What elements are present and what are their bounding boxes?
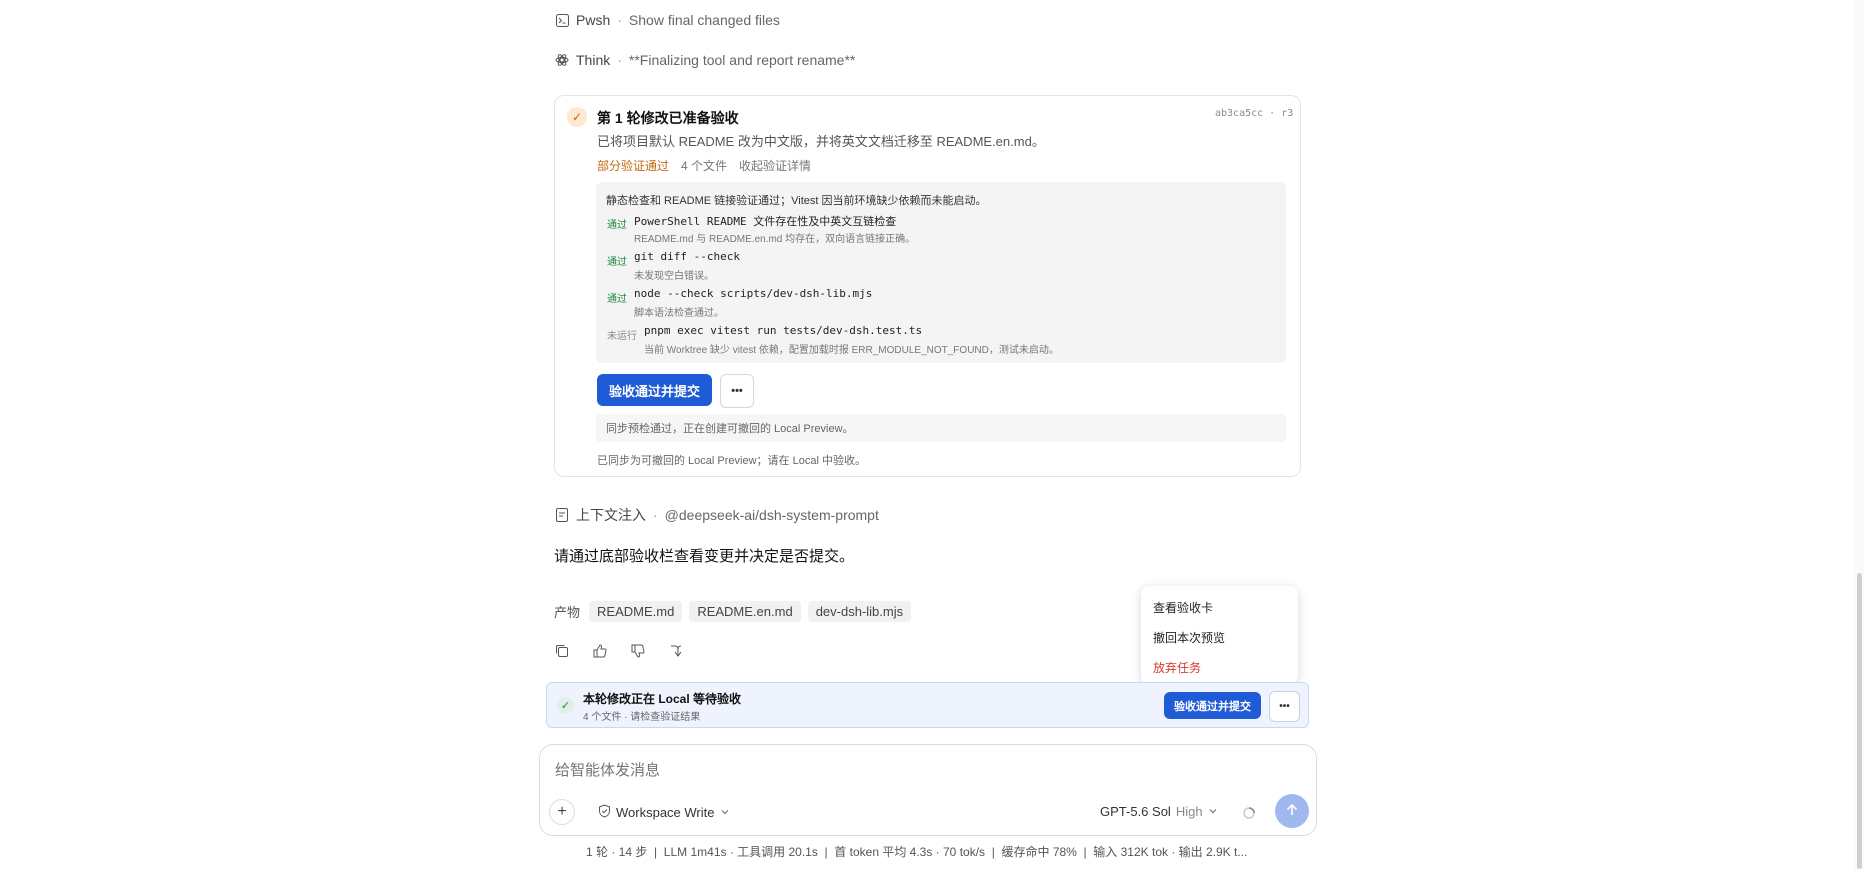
bar-approve-button[interactable]: 验收通过并提交 [1164, 692, 1261, 719]
check-command: PowerShell README 文件存在性及中英文互链检查 [634, 215, 897, 228]
activity-description: Show final changed files [628, 12, 780, 28]
more-options-menu: 查看验收卡 撤回本次预览 放弃任务 [1141, 586, 1298, 684]
activity-pwsh[interactable]: Pwsh · Show final changed files [555, 12, 780, 28]
check-icon: ✓ [557, 697, 574, 714]
scrollbar-thumb[interactable] [1857, 573, 1862, 869]
arrow-up-icon [1285, 803, 1299, 820]
brain-icon [555, 53, 569, 67]
check-command: git diff --check [634, 250, 740, 263]
thumbs-up-icon[interactable] [592, 643, 608, 662]
assistant-message: 请通过底部验收栏查看变更并决定是否提交。 [554, 548, 855, 565]
menu-item-view-card[interactable]: 查看验收卡 [1153, 599, 1213, 616]
card-meta: 部分验证通过 4 个文件 收起验证详情 [597, 157, 811, 174]
permission-mode-selector[interactable]: Workspace Write [598, 804, 730, 821]
plus-icon: + [557, 803, 567, 820]
check-command: pnpm exec vitest run tests/dev-dsh.test.… [644, 324, 923, 337]
card-summary: 已将项目默认 README 改为中文版，并将英文文档迁移至 README.en.… [597, 134, 1045, 149]
document-icon [555, 508, 569, 522]
copy-icon[interactable] [554, 643, 570, 662]
loading-spinner-icon [1242, 806, 1256, 823]
message-actions [554, 643, 684, 662]
chevron-down-icon [1208, 804, 1218, 819]
activity-description: **Finalizing tool and report rename** [628, 52, 856, 68]
check-status: 通过 [607, 294, 627, 305]
add-attachment-button[interactable]: + [549, 799, 575, 825]
checks-summary: 静态检查和 README 链接验证通过；Vitest 因当前环境缺少依赖而未能启… [606, 195, 987, 207]
verification-status: 部分验证通过 [597, 159, 670, 173]
artifact-chip[interactable]: dev-dsh-lib.mjs [807, 601, 912, 622]
approve-commit-button[interactable]: 验收通过并提交 [597, 374, 712, 406]
toggle-details-link[interactable]: 收起验证详情 [739, 157, 811, 174]
thumbs-down-icon[interactable] [630, 643, 646, 662]
model-selector[interactable]: GPT-5.6 Sol High [1100, 804, 1218, 819]
artifact-chip[interactable]: README.md [589, 601, 683, 622]
check-note: 当前 Worktree 缺少 vitest 依赖，配置加载时报 ERR_MODU… [644, 345, 1059, 356]
more-options-button[interactable]: ••• [720, 374, 754, 408]
permission-mode-label: Workspace Write [616, 805, 715, 820]
check-icon: ✓ [567, 107, 587, 127]
terminal-icon [555, 13, 569, 27]
model-name: GPT-5.6 Sol [1100, 804, 1171, 819]
menu-item-revert-preview[interactable]: 撤回本次预览 [1153, 629, 1225, 646]
context-value: @deepseek-ai/dsh-system-prompt [664, 507, 879, 523]
file-count: 4 个文件 [681, 159, 728, 173]
shield-icon [598, 804, 611, 821]
activity-think[interactable]: Think · **Finalizing tool and report ren… [555, 52, 855, 68]
check-status: 未运行 [607, 331, 637, 342]
branch-icon[interactable] [668, 643, 684, 662]
check-command: node --check scripts/dev-dsh-lib.mjs [634, 287, 873, 300]
context-injection[interactable]: 上下文注入 · @deepseek-ai/dsh-system-prompt [555, 505, 879, 525]
artifacts-row: 产物 README.md README.en.md dev-dsh-lib.mj… [554, 601, 912, 622]
send-button[interactable] [1275, 794, 1309, 828]
activity-tool: Pwsh [576, 12, 611, 28]
context-label: 上下文注入 [576, 507, 646, 523]
check-note: README.md 与 README.en.md 均存在，双向语言链接正确。 [634, 234, 916, 245]
bar-title: 本轮修改正在 Local 等待验收 [583, 692, 742, 706]
check-status: 通过 [607, 257, 627, 268]
check-note: 脚本语法检查通过。 [634, 308, 724, 319]
final-status: 已同步为可撤回的 Local Preview；请在 Local 中验收。 [597, 455, 866, 467]
menu-item-abandon-task[interactable]: 放弃任务 [1153, 659, 1201, 676]
card-title: 第 1 轮修改已准备验收 [597, 110, 739, 126]
session-stats: 1 轮 · 14 步 | LLM 1m41s · 工具调用 20.1s | 首 … [586, 845, 1248, 859]
chevron-down-icon [720, 805, 730, 820]
commit-hash: ab3ca5cc · r3 [1215, 108, 1294, 119]
artifacts-label: 产物 [554, 605, 581, 620]
reasoning-effort: High [1175, 804, 1203, 819]
check-note: 未发现空白错误。 [634, 271, 714, 282]
artifact-chip[interactable]: README.en.md [689, 601, 801, 622]
sync-status: 同步预检通过，正在创建可撤回的 Local Preview。 [596, 414, 1286, 442]
activity-tool: Think [576, 52, 611, 68]
message-input[interactable] [553, 757, 1277, 783]
bar-more-button[interactable]: ••• [1269, 691, 1300, 722]
bar-subtitle: 4 个文件 · 请检查验证结果 [583, 712, 701, 723]
check-status: 通过 [607, 220, 627, 231]
